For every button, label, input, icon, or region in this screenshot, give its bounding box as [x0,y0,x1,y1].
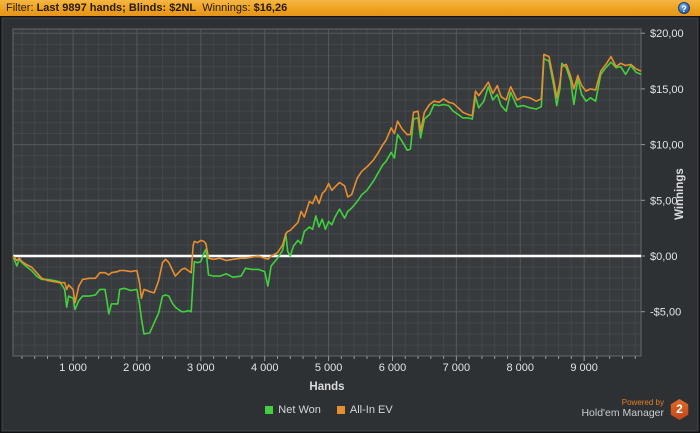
brand-label: Hold'em Manager [581,407,664,420]
winnings-value: $16,26 [253,2,288,14]
x-tick-label: 2 000 [123,362,151,374]
filter-value[interactable]: Last 9897 hands; Blinds: $2NL [37,2,197,14]
x-tick-label: 9 000 [570,362,598,374]
chart-panel: 1 000 2 000 3 000 4 000 5 000 6 000 7 000 8 000… [2,18,698,431]
net-won-swatch [265,406,274,414]
hem-graph-window: Filter: Last 9897 hands; Blinds: $2NL Wi… [0,0,700,433]
legend-item-net-won: Net Won [265,404,321,416]
x-tick-label: 1 000 [59,362,87,374]
y-tick-label: -$5,00 [650,307,681,319]
all-in-ev-swatch [336,406,345,414]
x-tick-label: 3 000 [187,362,215,374]
help-icon[interactable]: ? [678,2,690,14]
x-tick-label: 7 000 [443,362,471,374]
x-axis-title: Hands [309,381,344,393]
y-tick-label: $10,00 [650,140,684,152]
hem2-badge-icon: 2 [670,399,689,420]
winnings-label: Winnings: [196,2,254,14]
y-tick-label: $20,00 [650,28,684,40]
powered-by-block: Powered by Hold'em Manager 2 [581,399,689,420]
winnings-chart: 1 000 2 000 3 000 4 000 5 000 6 000 7 000 8 000… [12,28,686,393]
y-tick-label: $0,00 [650,251,678,263]
filter-bar[interactable]: Filter: Last 9897 hands; Blinds: $2NL Wi… [0,0,700,17]
chart-legend: Net Won All-In EV [3,404,655,416]
net-won-label: Net Won [278,404,321,416]
y-tick-label: $15,00 [650,84,684,96]
x-tick-label: 4 000 [251,362,279,374]
x-tick-label: 5 000 [315,362,343,374]
all-in-ev-label: All-In EV [349,404,393,416]
y-axis-title: Winnings [674,168,686,220]
x-tick-label: 8 000 [506,362,534,374]
legend-item-all-in-ev: All-In EV [336,404,393,416]
x-tick-label: 6 000 [379,362,407,374]
filter-label: Filter: [6,2,37,14]
